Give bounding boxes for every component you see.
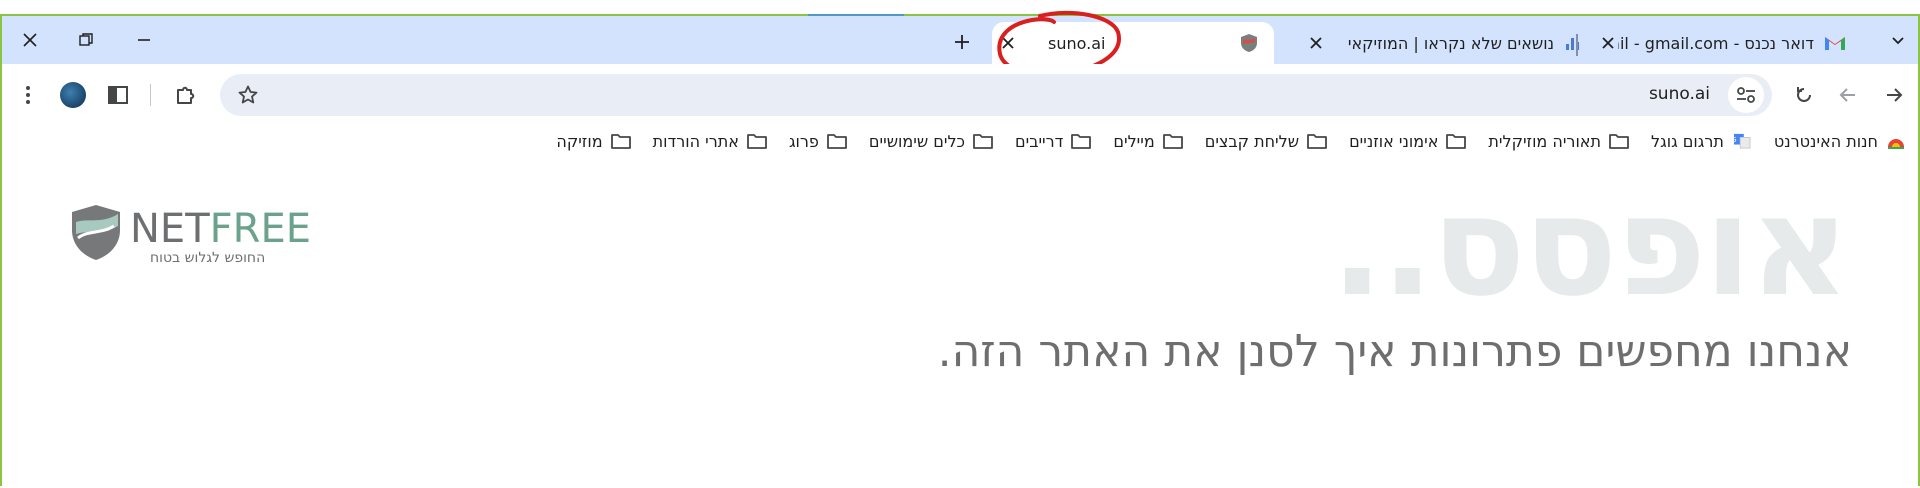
- logo-free: FREE: [209, 206, 311, 252]
- logo-net: NET: [130, 206, 210, 252]
- arrow-left-icon: [1839, 88, 1855, 102]
- netfree-shield-icon: [72, 205, 120, 260]
- tab-separator: [1576, 34, 1578, 56]
- bookmark-label: תרגום גוגל: [1651, 131, 1724, 151]
- bookmark-label: כלים שימושיים: [868, 131, 966, 151]
- site-info-button[interactable]: [1728, 77, 1764, 113]
- tab-close-button[interactable]: [1598, 33, 1618, 53]
- profile-avatar[interactable]: [60, 82, 86, 108]
- close-icon: [1602, 37, 1614, 49]
- tab-strip: suno.ai נושאים שלא נקראו | המוזיקאי דואר…: [2, 10, 1920, 77]
- logo-tagline: החופש לגלוש בטוח: [150, 250, 266, 266]
- tune-icon: [1737, 87, 1755, 103]
- netfree-logo: NETFREE החופש לגלוש בטוח: [68, 202, 318, 272]
- tab-search-button[interactable]: [1876, 24, 1920, 56]
- close-icon: [23, 33, 37, 47]
- bookmark-item[interactable]: כלים שימושיים: [869, 132, 993, 151]
- arrow-right-icon: [1887, 88, 1903, 102]
- bookmark-item[interactable]: אימוני אוזניים: [1349, 131, 1467, 151]
- bookmarks-bar: חנות האינטרנט G תרגום גוגל תאוריה מוזיקלית א…: [0, 126, 1910, 156]
- bookmark-item[interactable]: שליחת קבצים: [1205, 132, 1327, 151]
- logo-wordmark: NETFREE: [130, 206, 311, 252]
- bookmark-label: אימוני אוזניים: [1349, 131, 1439, 151]
- bookmark-label: מוזיקה: [556, 131, 603, 151]
- gmail-icon: [1825, 37, 1845, 50]
- toolbar: suno.ai: [2, 64, 1918, 126]
- tab-hamusikai[interactable]: נושאים שלא נקראו | המוזיקאי: [1298, 22, 1588, 64]
- folder-icon: [747, 133, 767, 149]
- bookmark-item[interactable]: חנות האינטרנט: [1774, 132, 1906, 151]
- puzzle-icon: [177, 86, 195, 104]
- page-heading: אופסס..: [1330, 166, 1850, 327]
- google-translate-icon: G: [1732, 133, 1752, 149]
- tab-gmail[interactable]: דואר נכנס - Gmail - gmail.com@: [1592, 22, 1852, 64]
- side-panel-icon: [108, 86, 128, 104]
- restore-icon: [79, 33, 93, 46]
- folder-icon: [1446, 133, 1467, 149]
- forward-button[interactable]: [1830, 77, 1866, 113]
- bookmark-item[interactable]: תאוריה מוזיקלית: [1488, 132, 1629, 151]
- folder-icon: [610, 133, 631, 149]
- bookmark-label: תאוריה מוזיקלית: [1488, 131, 1602, 151]
- bookmark-star-button[interactable]: [230, 77, 266, 113]
- bookmark-item[interactable]: אתרי הורדות: [653, 132, 767, 151]
- reload-button[interactable]: [1786, 77, 1822, 113]
- bookmark-label: שליחת קבצים: [1204, 131, 1300, 151]
- bookmark-label: דרייבים: [1015, 131, 1064, 151]
- plus-icon: [955, 35, 969, 49]
- webstore-icon: [1886, 133, 1906, 149]
- netfree-shield-icon: [1241, 34, 1257, 52]
- window-close-button[interactable]: [8, 24, 52, 56]
- bookmark-label: אתרי הורדות: [652, 131, 739, 151]
- back-button[interactable]: [1876, 77, 1912, 113]
- bookmark-item[interactable]: מוזיקה: [556, 131, 631, 151]
- folder-icon: [1162, 133, 1183, 149]
- folder-icon: [1609, 133, 1629, 149]
- toolbar-separator: [150, 84, 151, 106]
- bookmark-item[interactable]: G תרגום גוגל: [1651, 132, 1752, 151]
- url-text: suno.ai: [1648, 84, 1710, 104]
- bookmark-item[interactable]: פרוג: [789, 132, 847, 151]
- chart-favicon-icon: [1566, 38, 1579, 50]
- chevron-down-icon: [1892, 37, 1904, 45]
- tab-title: דואר נכנס - Gmail - gmail.com@: [1618, 33, 1814, 53]
- side-panel-button[interactable]: [100, 77, 136, 113]
- folder-icon: [827, 133, 847, 149]
- svg-text:G: G: [1732, 135, 1737, 144]
- window-minimize-button[interactable]: [122, 24, 166, 56]
- star-icon: [238, 85, 258, 104]
- folder-icon: [1071, 133, 1092, 149]
- folder-icon: [1307, 133, 1327, 149]
- folder-icon: [973, 133, 993, 149]
- bookmark-label: פרוג: [788, 131, 819, 151]
- tab-close-button[interactable]: [1306, 33, 1326, 53]
- minimize-icon: [138, 39, 150, 41]
- extensions-button[interactable]: [168, 77, 204, 113]
- close-icon: [1310, 37, 1322, 49]
- tab-title: נושאים שלא נקראו | המוזיקאי: [1347, 33, 1554, 53]
- window-restore-button[interactable]: [64, 24, 108, 56]
- page-message: אנחנו מחפשים פתרונות איך לסנן את האתר הז…: [937, 326, 1852, 377]
- bookmark-label: מיילים: [1113, 131, 1155, 151]
- bookmark-label: חנות האינטרנט: [1773, 131, 1878, 151]
- kebab-menu-icon: [26, 86, 30, 104]
- bookmark-item[interactable]: דרייבים: [1015, 131, 1092, 151]
- menu-button[interactable]: [10, 77, 46, 113]
- new-tab-button[interactable]: [948, 28, 976, 56]
- address-bar[interactable]: suno.ai: [220, 74, 1772, 116]
- bookmark-item[interactable]: מיילים: [1113, 131, 1183, 151]
- reload-icon: [1797, 87, 1811, 102]
